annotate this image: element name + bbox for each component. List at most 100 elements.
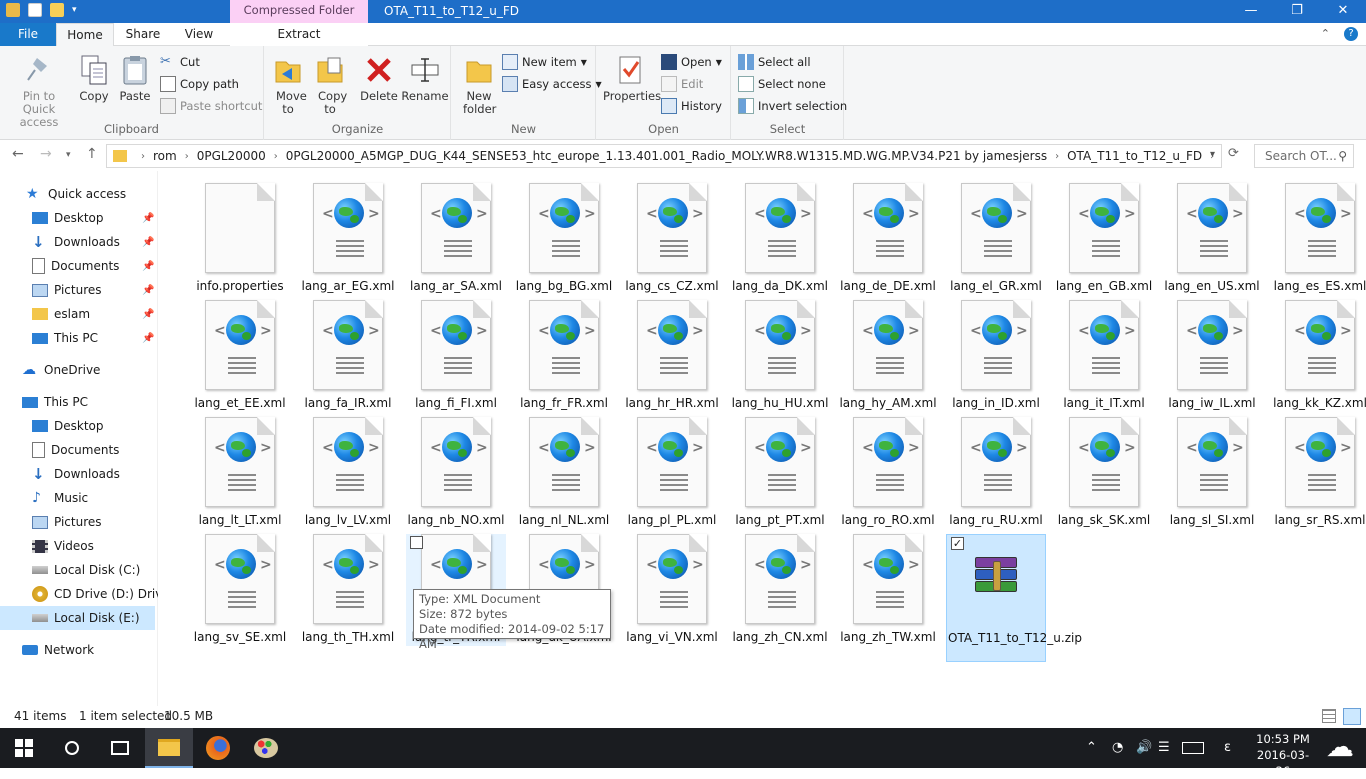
refresh-icon[interactable]: ⟳ bbox=[1228, 146, 1239, 161]
properties-icon[interactable] bbox=[28, 3, 42, 17]
file-item[interactable]: < > lang_en_GB.xml bbox=[1054, 183, 1154, 295]
tab-share[interactable]: Share bbox=[114, 23, 172, 46]
firefox-taskbar-button[interactable] bbox=[194, 728, 242, 768]
new-folder-button[interactable]: New folder bbox=[458, 54, 500, 116]
invert-selection-button[interactable]: Invert selection bbox=[738, 96, 847, 116]
input-language[interactable]: ε bbox=[1224, 740, 1231, 755]
file-item[interactable]: < > lang_de_DE.xml bbox=[838, 183, 938, 295]
file-item[interactable]: < > lang_es_ES.xml bbox=[1270, 183, 1366, 295]
wifi-icon[interactable]: ◔ bbox=[1112, 740, 1123, 755]
file-item[interactable]: < > lang_sv_SE.xml bbox=[190, 534, 290, 646]
clock[interactable]: 10:53 PM 2016-03-26 bbox=[1252, 731, 1314, 779]
up-arrow-icon[interactable]: ↑ bbox=[86, 146, 98, 162]
maximize-button[interactable]: ❐ bbox=[1274, 0, 1320, 23]
large-icons-view-icon[interactable] bbox=[1343, 708, 1361, 725]
easy-access-button[interactable]: Easy access ▼ bbox=[502, 74, 602, 94]
file-item[interactable]: < > lang_bg_BG.xml bbox=[514, 183, 614, 295]
nav-qa-documents[interactable]: Documents 📌 bbox=[0, 254, 158, 278]
breadcrumb-item[interactable]: 0PGL20000_A5MGP_DUG_K44_SENSE53_htc_euro… bbox=[286, 149, 1047, 163]
checkbox-checked-icon[interactable]: ✓ bbox=[951, 537, 964, 550]
select-none-button[interactable]: Select none bbox=[738, 74, 826, 94]
paste-button[interactable]: Paste bbox=[116, 54, 154, 103]
nav-pc-downloads[interactable]: ↓ Downloads bbox=[0, 462, 158, 486]
file-explorer-taskbar-button[interactable] bbox=[145, 728, 193, 768]
copy-button[interactable]: Copy bbox=[76, 54, 112, 103]
move-to-button[interactable]: Move to bbox=[269, 54, 307, 116]
minimize-button[interactable]: — bbox=[1228, 0, 1274, 23]
close-button[interactable]: ✕ bbox=[1320, 0, 1366, 23]
file-item[interactable]: < > lang_sr_RS.xml bbox=[1270, 417, 1366, 529]
file-item[interactable]: < > lang_pt_PT.xml bbox=[730, 417, 830, 529]
breadcrumb-item[interactable]: 0PGL20000 bbox=[197, 149, 266, 163]
tab-home[interactable]: Home bbox=[56, 23, 114, 47]
nav-qa-pictures[interactable]: Pictures 📌 bbox=[0, 278, 158, 302]
file-item[interactable]: < > lang_ro_RO.xml bbox=[838, 417, 938, 529]
file-item[interactable]: < > lang_en_US.xml bbox=[1162, 183, 1262, 295]
file-item[interactable]: < > lang_ar_SA.xml bbox=[406, 183, 506, 295]
breadcrumb-item[interactable]: OTA_T11_to_T12_u_FD bbox=[1067, 149, 1202, 163]
new-folder-icon[interactable] bbox=[50, 3, 64, 17]
nav-pc-pictures[interactable]: Pictures bbox=[0, 510, 158, 534]
nav-pc-music[interactable]: ♪ Music bbox=[0, 486, 158, 510]
file-item[interactable]: < > lang_it_IT.xml bbox=[1054, 300, 1154, 412]
nav-pc-local-disk-c[interactable]: Local Disk (C:) bbox=[0, 558, 158, 582]
nav-this-pc[interactable]: This PC bbox=[0, 390, 158, 414]
copy-to-button[interactable]: Copy to bbox=[311, 54, 349, 116]
file-item[interactable]: < > lang_kk_KZ.xml bbox=[1270, 300, 1366, 412]
nav-qa-downloads[interactable]: ↓ Downloads 📌 bbox=[0, 230, 158, 254]
file-item[interactable]: < > lang_ar_EG.xml bbox=[298, 183, 398, 295]
paste-shortcut-button[interactable]: Paste shortcut bbox=[160, 96, 262, 116]
search-input[interactable]: Search OT... ⚲ bbox=[1254, 144, 1354, 168]
new-item-button[interactable]: New item ▼ bbox=[502, 52, 587, 72]
pin-quick-access-button[interactable]: Pin to Quick access bbox=[4, 54, 74, 129]
file-item[interactable]: OTA_T11_to_T12_u.zip ✓ bbox=[946, 534, 1082, 662]
file-item[interactable]: < > lang_iw_IL.xml bbox=[1162, 300, 1262, 412]
copy-path-button[interactable]: Copy path bbox=[160, 74, 239, 94]
search-taskbar-button[interactable] bbox=[48, 728, 96, 768]
edit-button[interactable]: Edit bbox=[661, 74, 703, 94]
file-item[interactable]: < > lang_in_ID.xml bbox=[946, 300, 1046, 412]
nav-network[interactable]: Network bbox=[0, 638, 158, 662]
action-center-icon[interactable]: ☰ bbox=[1158, 740, 1170, 755]
collapse-ribbon-icon[interactable]: ⌃ bbox=[1321, 27, 1330, 41]
back-arrow-icon[interactable]: ← bbox=[12, 146, 24, 162]
file-item[interactable]: < > lang_et_EE.xml bbox=[190, 300, 290, 412]
paint-taskbar-button[interactable] bbox=[242, 728, 290, 768]
weather-cloud-icon[interactable]: ☁ bbox=[1326, 732, 1354, 762]
file-item[interactable]: < > lang_lv_LV.xml bbox=[298, 417, 398, 529]
help-icon[interactable]: ? bbox=[1344, 27, 1358, 41]
nav-qa-desktop[interactable]: Desktop 📌 bbox=[0, 206, 158, 230]
show-hidden-icons-icon[interactable]: ⌃ bbox=[1086, 740, 1097, 755]
file-item[interactable]: < > lang_zh_CN.xml bbox=[730, 534, 830, 646]
file-item[interactable]: < > lang_el_GR.xml bbox=[946, 183, 1046, 295]
history-button[interactable]: History bbox=[661, 96, 722, 116]
open-button[interactable]: Open ▼ bbox=[661, 52, 722, 72]
cut-button[interactable]: ✂ Cut bbox=[160, 52, 200, 72]
tab-view[interactable]: View bbox=[172, 23, 226, 46]
file-item[interactable]: < > lang_fr_FR.xml bbox=[514, 300, 614, 412]
address-field[interactable]: › rom › 0PGL20000 › 0PGL20000_A5MGP_DUG_… bbox=[106, 144, 1222, 168]
nav-qa-eslam[interactable]: eslam 📌 bbox=[0, 302, 158, 326]
file-item[interactable]: < > lang_th_TH.xml bbox=[298, 534, 398, 646]
file-item[interactable]: < > lang_cs_CZ.xml bbox=[622, 183, 722, 295]
keyboard-icon[interactable] bbox=[1182, 742, 1204, 754]
forward-arrow-icon[interactable]: → bbox=[40, 146, 52, 162]
file-item[interactable]: < > lang_fa_IR.xml bbox=[298, 300, 398, 412]
tab-extract[interactable]: Extract bbox=[230, 23, 368, 46]
file-item[interactable]: < > lang_lt_LT.xml bbox=[190, 417, 290, 529]
nav-pc-videos[interactable]: Videos bbox=[0, 534, 158, 558]
delete-button[interactable]: Delete bbox=[357, 54, 401, 103]
nav-pc-local-disk-e[interactable]: Local Disk (E:) bbox=[0, 606, 155, 630]
tab-file[interactable]: File bbox=[0, 23, 56, 46]
file-item[interactable]: < > lang_hu_HU.xml bbox=[730, 300, 830, 412]
volume-icon[interactable]: 🔊 bbox=[1136, 740, 1152, 755]
task-view-button[interactable] bbox=[96, 728, 144, 768]
file-item[interactable]: < > lang_sk_SK.xml bbox=[1054, 417, 1154, 529]
nav-pc-documents[interactable]: Documents bbox=[0, 438, 158, 462]
qat-dropdown-icon[interactable]: ▾ bbox=[72, 3, 77, 17]
breadcrumb-item[interactable]: rom bbox=[153, 149, 177, 163]
file-item[interactable]: < > lang_hy_AM.xml bbox=[838, 300, 938, 412]
file-item[interactable]: < > lang_vi_VN.xml bbox=[622, 534, 722, 646]
address-dropdown-icon[interactable]: ▾ bbox=[1210, 149, 1215, 160]
nav-onedrive[interactable]: ☁ OneDrive bbox=[0, 358, 158, 382]
